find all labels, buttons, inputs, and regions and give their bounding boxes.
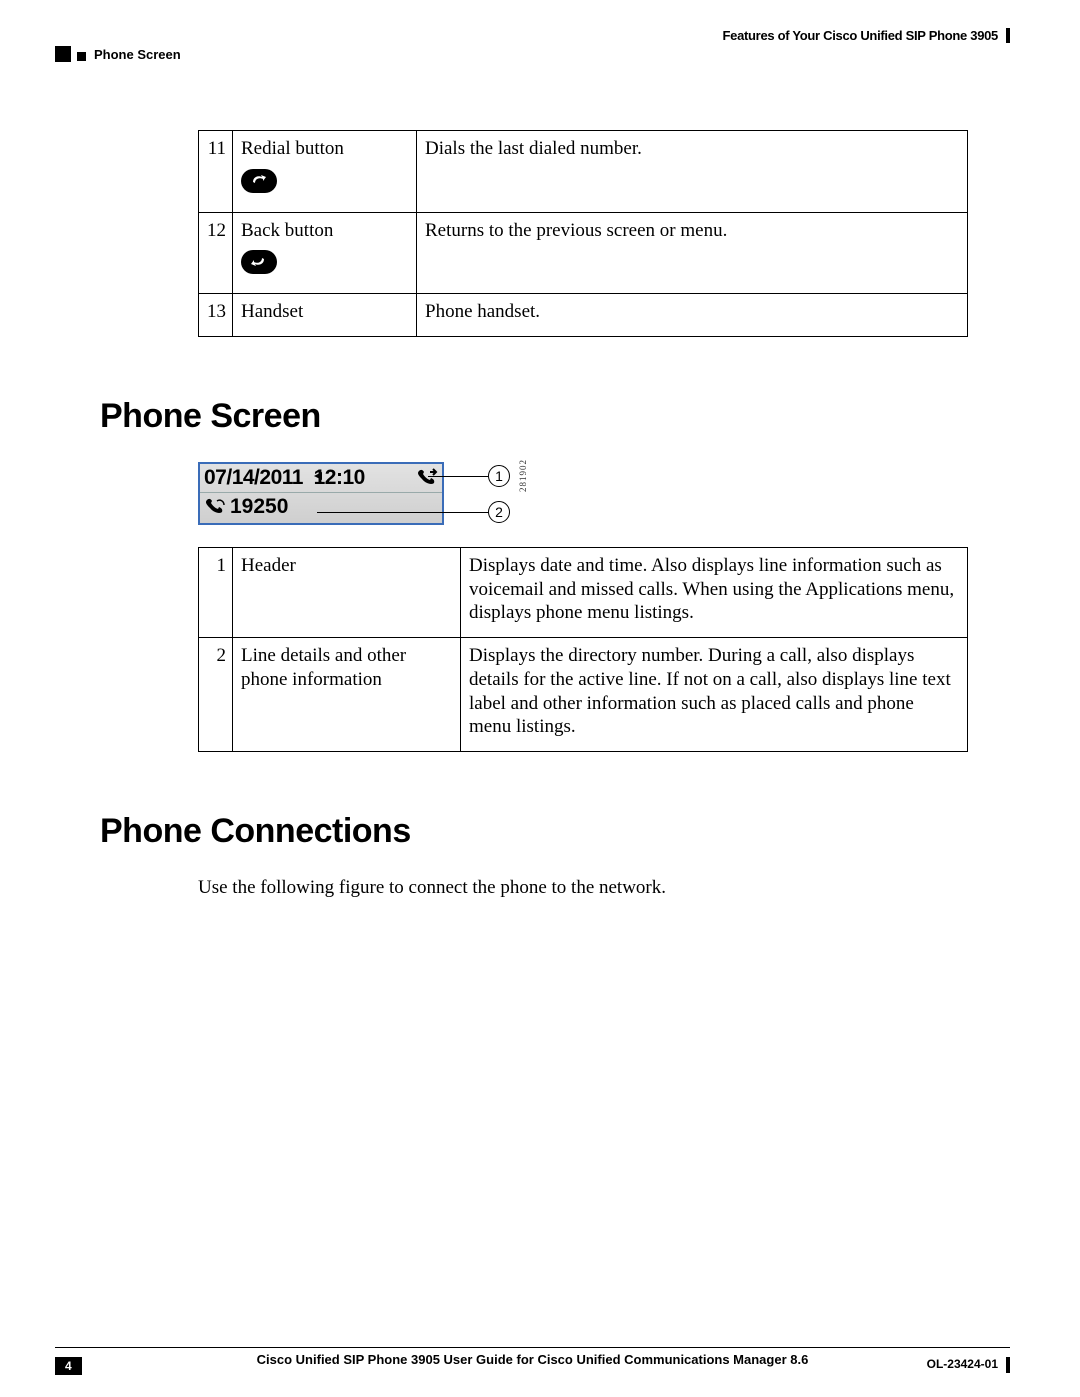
table-row: 12 Back button Returns to the previous s… (199, 212, 968, 294)
feature-description: Returns to the previous screen or menu. (417, 212, 968, 294)
table-row: 13 Handset Phone handset. (199, 294, 968, 337)
callout-name: Header (233, 547, 461, 637)
feature-name: Back button (241, 220, 333, 241)
callout-1: 1 (488, 465, 510, 487)
footer-page-number: 4 (55, 1357, 82, 1375)
feature-description: Phone handset. (417, 294, 968, 337)
page-footer: Cisco Unified SIP Phone 3905 User Guide … (55, 1347, 1010, 1373)
features-table: 11 Redial button Dials the last dialed n… (198, 130, 968, 337)
feature-number: 13 (199, 294, 233, 337)
feature-description: Dials the last dialed number. (417, 131, 968, 213)
callout-number: 1 (199, 547, 233, 637)
callout-description: Displays date and time. Also displays li… (461, 547, 968, 637)
footer-doc-id: OL-23424-01 (927, 1357, 1010, 1373)
phone-screen-line-row: 19250 (200, 493, 442, 523)
footer-doc-title: Cisco Unified SIP Phone 3905 User Guide … (55, 1352, 1010, 1367)
phone-screen-table: 1 Header Displays date and time. Also di… (198, 547, 968, 752)
table-row: 2 Line details and other phone informati… (199, 638, 968, 752)
phone-connections-heading: Phone Connections (100, 812, 980, 851)
feature-number: 12 (199, 212, 233, 294)
section-label: Phone Screen (94, 47, 181, 62)
callout-arrow (314, 472, 322, 480)
callout-2: 2 (488, 501, 510, 523)
feature-number: 11 (199, 131, 233, 213)
phone-connections-body: Use the following figure to connect the … (198, 877, 980, 899)
phone-screen-extension: 19250 (230, 495, 288, 519)
callout-name: Line details and other phone information (233, 638, 461, 752)
callout-line (317, 512, 489, 513)
feature-name: Handset (233, 294, 417, 337)
callout-description: Displays the directory number. During a … (461, 638, 968, 752)
header-marker-large (55, 46, 71, 62)
table-row: 11 Redial button Dials the last dialed n… (199, 131, 968, 213)
redial-icon (241, 169, 277, 193)
figure-code: 281902 (518, 459, 528, 492)
document-page: Features of Your Cisco Unified SIP Phone… (0, 0, 1080, 1397)
phone-screen-heading: Phone Screen (100, 397, 980, 436)
feature-name-cell: Back button (233, 212, 417, 294)
footer-rule (55, 1347, 1010, 1348)
page-content: 11 Redial button Dials the last dialed n… (100, 130, 980, 918)
page-header: Features of Your Cisco Unified SIP Phone… (55, 28, 1010, 52)
handset-icon (416, 468, 438, 488)
feature-name-cell: Redial button (233, 131, 417, 213)
section-indicator: Phone Screen (55, 46, 181, 62)
back-icon (241, 250, 277, 274)
table-row: 1 Header Displays date and time. Also di… (199, 547, 968, 637)
header-marker-small (77, 52, 86, 61)
phone-line-icon (204, 497, 228, 517)
callout-line (428, 476, 488, 477)
chapter-title: Features of Your Cisco Unified SIP Phone… (723, 28, 1010, 43)
callout-number: 2 (199, 638, 233, 752)
phone-screen-date: 07/14/2011 (204, 466, 303, 490)
phone-screen-figure: 07/14/2011 12:10 19250 1 (198, 462, 558, 525)
feature-name: Redial button (241, 138, 344, 159)
